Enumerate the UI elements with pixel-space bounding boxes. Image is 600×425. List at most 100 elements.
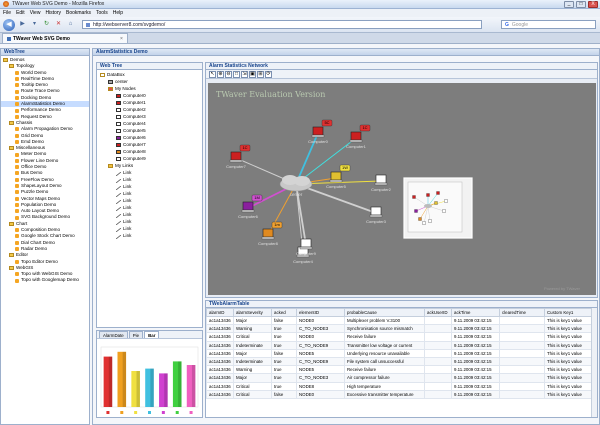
tab-close-icon[interactable]: × — [120, 36, 123, 42]
zoom-in-icon[interactable]: ⊕ — [217, 70, 224, 78]
web-tree-item[interactable]: center — [100, 78, 202, 85]
forward-arrow-icon[interactable]: ▶ — [18, 20, 27, 29]
computer-icon — [116, 142, 121, 147]
minimize-button[interactable]: _ — [564, 1, 574, 8]
computer-base-icon — [299, 246, 313, 250]
web-tree-item[interactable]: Computer6 — [100, 134, 202, 141]
computer-node-icon — [375, 174, 387, 184]
menu-help[interactable]: Help — [113, 10, 123, 16]
tab-bar[interactable]: Bar — [144, 331, 160, 338]
web-tree-item[interactable]: Computer8 — [100, 148, 202, 155]
table-cell: NODE8 — [296, 381, 345, 391]
table-row[interactable]: ac1a13436 Indeterminate true C_TO_NODE9 Tran… — [206, 340, 593, 350]
tab-pie[interactable]: Pie — [128, 331, 144, 338]
column-header[interactable]: Custom Key1 — [544, 308, 593, 317]
column-header[interactable]: ackUserID — [424, 308, 452, 317]
web-tree-item[interactable]: Computer4 — [100, 120, 202, 127]
table-row[interactable]: ac1a13436 Major false NODE5 Underlying resou… — [206, 348, 593, 358]
table-row[interactable]: ac1a13436 Indeterminate true C_TO_NODE9 File… — [206, 356, 593, 367]
column-header[interactable]: ackTime — [451, 308, 500, 317]
maximize-button[interactable]: □ — [576, 1, 586, 8]
web-tree-item[interactable]: Link — [100, 225, 202, 232]
web-tree-item[interactable]: Computer5 — [100, 127, 202, 134]
leaf-icon — [15, 209, 19, 214]
web-tree-item[interactable]: Link — [100, 211, 202, 218]
web-tree-item[interactable]: My Nodes — [100, 85, 202, 92]
web-tree-item[interactable]: Link — [100, 169, 202, 176]
select-tool-icon[interactable]: ↖ — [209, 70, 216, 78]
table-row[interactable]: ac1a13436 Critical true NODE8 High temperatu… — [206, 381, 593, 391]
legend-swatch — [106, 411, 110, 414]
link-icon — [115, 220, 122, 225]
web-tree-item[interactable]: Link — [100, 204, 202, 211]
web-tree-item[interactable]: Computer2 — [100, 106, 202, 113]
url-bar[interactable]: http://webserver8.com/svgdemo/ — [82, 20, 482, 29]
left-tree-item-label: SVG Background Demo — [21, 214, 71, 220]
table-cell — [499, 389, 545, 399]
web-tree-item[interactable]: Link — [100, 183, 202, 190]
fit-icon[interactable]: ▣ — [249, 70, 256, 78]
web-tree-item[interactable]: My Links — [100, 162, 202, 169]
stop-icon[interactable]: ✕ — [54, 20, 63, 29]
column-header[interactable]: clearedTime — [499, 308, 545, 317]
table-cell: Major — [233, 348, 272, 358]
table-cell: 9.11.2009 03:42:15 — [451, 373, 500, 383]
zoom-reset-icon[interactable]: □ — [233, 70, 240, 78]
computer-node-icon — [300, 238, 312, 248]
column-header[interactable]: acked — [271, 308, 297, 317]
column-header[interactable]: alarmSeverity — [233, 308, 272, 317]
computer-label: Computer3 — [366, 219, 387, 224]
legend-swatch — [120, 411, 124, 414]
table-row[interactable]: ac1a13436 Warning true C_TO_NODE3 Synchronis… — [206, 324, 593, 334]
menu-tools[interactable]: Tools — [96, 10, 108, 16]
zoom-overview-icon[interactable]: ⇲ — [241, 70, 248, 78]
web-tree-item[interactable]: Computer7 — [100, 141, 202, 148]
web-tree-item[interactable]: Link — [100, 197, 202, 204]
refresh-icon[interactable]: ⟳ — [265, 70, 272, 78]
close-window-button[interactable]: X — [588, 1, 598, 8]
legend-swatch — [134, 411, 138, 414]
menu-history[interactable]: History — [45, 10, 61, 16]
table-row[interactable]: ac1a13436 Critical true NODE0 Receive failur… — [206, 332, 593, 342]
web-tree-item[interactable]: Link — [100, 190, 202, 197]
browser-tab[interactable]: TWaver Web SVG Demo × — [2, 33, 128, 43]
web-tree-item-label: Link — [123, 184, 132, 189]
table-row[interactable]: ac1a13436 Warning true NODE5 Receive failure… — [206, 365, 593, 375]
alarm-table-body: ac1a13436 Major false NODE0 Multiplexer prob… — [206, 315, 593, 399]
chart-bar-shade — [178, 361, 182, 407]
zoom-out-icon[interactable]: ⊖ — [225, 70, 232, 78]
overview-node — [418, 217, 422, 221]
left-tree-item[interactable]: Topo with Googlemap Demo — [1, 277, 89, 283]
menu-bookmarks[interactable]: Bookmarks — [66, 10, 91, 16]
menu-edit[interactable]: Edit — [16, 10, 25, 16]
table-row[interactable]: ac1a13436 Major true C_TO_NODE3 Air compress… — [206, 373, 593, 383]
search-input[interactable]: G Google — [501, 20, 596, 29]
alarm-count: 1M — [254, 195, 260, 200]
folder-icon — [9, 64, 14, 69]
reload-icon[interactable]: ↻ — [42, 20, 51, 29]
dropdown-chevron-icon[interactable]: ▾ — [30, 20, 39, 29]
back-arrow-icon[interactable]: ◀ — [3, 18, 15, 31]
tab-alarmdate[interactable]: AlarmDate — [99, 331, 128, 338]
network-canvas[interactable]: TWaver Evaluation Version Powered by TWav… — [208, 83, 596, 295]
legend-swatch — [148, 411, 151, 414]
web-tree-item[interactable]: Computer9 — [100, 155, 202, 162]
web-tree-item[interactable]: Link — [100, 232, 202, 239]
column-header[interactable]: elementID — [296, 308, 345, 317]
web-tree-item[interactable]: DataBox — [100, 71, 202, 78]
web-tree-item[interactable]: Computer3 — [100, 113, 202, 120]
web-tree-item[interactable]: Link — [100, 218, 202, 225]
web-tree-item-label: Computer3 — [123, 114, 146, 119]
web-tree-item[interactable]: Computer1 — [100, 99, 202, 106]
menu-file[interactable]: File — [3, 10, 11, 16]
table-row[interactable]: ac1a13436 Major false NODE0 Multiplexer prob… — [206, 315, 593, 326]
layout-icon[interactable]: ⊞ — [257, 70, 264, 78]
web-tree-item[interactable]: Link — [100, 176, 202, 183]
home-icon[interactable]: ⌂ — [66, 20, 75, 29]
column-header[interactable]: alarmID — [206, 308, 234, 317]
table-scrollbar[interactable] — [591, 308, 597, 417]
table-row[interactable]: ac1a13436 Critical false NODE0 Excessive tra… — [206, 389, 593, 399]
menu-view[interactable]: View — [30, 10, 41, 16]
web-tree-item[interactable]: Computer0 — [100, 92, 202, 99]
column-header[interactable]: probableCause — [344, 308, 425, 317]
